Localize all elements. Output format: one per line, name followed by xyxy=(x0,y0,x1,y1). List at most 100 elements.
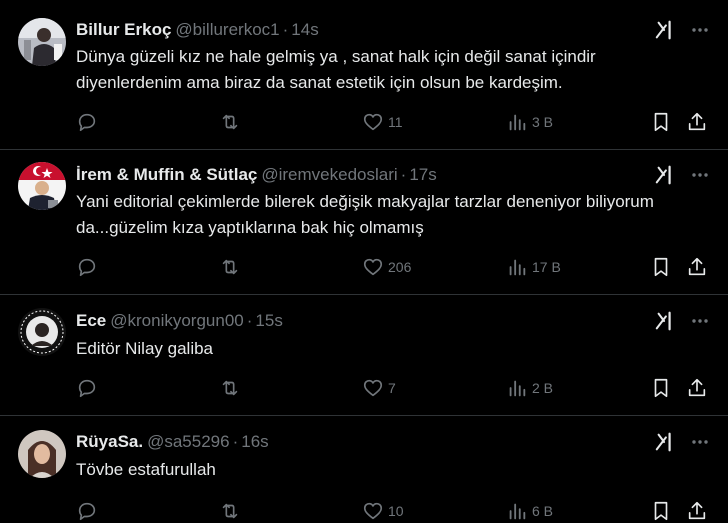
tweet-text: Editör Nilay galiba xyxy=(76,339,214,358)
tweet-actions: 7 2 B xyxy=(76,376,710,400)
more-icon[interactable] xyxy=(690,20,710,40)
more-icon[interactable] xyxy=(690,311,710,331)
like-button[interactable]: 10 xyxy=(362,499,404,523)
share-button[interactable] xyxy=(686,110,708,134)
grok-icon[interactable] xyxy=(654,431,676,453)
author-handle[interactable]: @iremvekedoslari xyxy=(261,165,397,184)
bookmark-button[interactable] xyxy=(650,110,672,134)
like-count: 206 xyxy=(388,259,412,275)
retweet-button[interactable] xyxy=(218,110,246,134)
tweet[interactable]: Ece @kronikyorgun00 · 15s Editör Nilay gali… xyxy=(0,295,728,416)
tweet-header: RüyaSa. @sa55296 · 16s xyxy=(76,431,269,453)
retweet-button[interactable] xyxy=(218,499,246,523)
like-icon xyxy=(363,258,383,276)
view-count: 17 B xyxy=(532,259,561,275)
tweet-text: Yani editorial çekimlerde bilerek değişi… xyxy=(76,192,654,237)
more-icon[interactable] xyxy=(690,165,710,185)
separator-dot: · xyxy=(400,165,407,184)
bookmark-icon xyxy=(654,501,668,521)
retweet-icon xyxy=(222,259,238,275)
author-name[interactable]: Ece xyxy=(76,311,106,330)
separator-dot: · xyxy=(282,20,289,39)
bookmark-icon xyxy=(654,112,668,132)
reply-icon xyxy=(78,502,96,521)
bookmark-button[interactable] xyxy=(650,499,672,523)
reply-icon xyxy=(78,379,96,398)
like-count: 10 xyxy=(388,503,404,519)
view-count: 6 B xyxy=(532,503,554,519)
like-button[interactable]: 7 xyxy=(362,376,396,400)
like-count: 7 xyxy=(388,380,396,396)
views-button[interactable]: 2 B xyxy=(506,376,553,400)
timeline: Billur Erkoç @billurerkoc1 · 14s Dünya güze… xyxy=(0,0,728,522)
separator-dot: · xyxy=(246,311,253,330)
bookmark-icon xyxy=(654,257,668,277)
tweet-time[interactable]: 14s xyxy=(291,20,318,39)
author-name[interactable]: Billur Erkoç xyxy=(76,20,171,39)
retweet-button[interactable] xyxy=(218,255,246,279)
like-icon xyxy=(363,113,383,131)
reply-button[interactable] xyxy=(76,110,102,134)
views-button[interactable]: 17 B xyxy=(506,255,561,279)
retweet-icon xyxy=(222,114,238,130)
reply-icon xyxy=(78,258,96,277)
reply-icon xyxy=(78,113,96,132)
author-handle[interactable]: @billurerkoc1 xyxy=(175,20,279,39)
share-icon xyxy=(688,501,706,520)
tweet-actions: 206 17 B xyxy=(76,255,710,279)
views-icon xyxy=(509,503,526,520)
separator-dot: · xyxy=(232,432,239,451)
views-button[interactable]: 6 B xyxy=(506,499,553,523)
share-icon xyxy=(688,257,706,276)
views-button[interactable]: 3 B xyxy=(506,110,553,134)
view-count: 2 B xyxy=(532,380,554,396)
bookmark-button[interactable] xyxy=(650,376,672,400)
avatar[interactable] xyxy=(18,430,66,478)
share-button[interactable] xyxy=(686,499,708,523)
like-icon xyxy=(363,502,383,520)
retweet-button[interactable] xyxy=(218,376,246,400)
tweet-time[interactable]: 15s xyxy=(255,311,282,330)
like-icon xyxy=(363,379,383,397)
author-name[interactable]: RüyaSa. xyxy=(76,432,143,451)
avatar[interactable] xyxy=(18,162,66,210)
grok-icon[interactable] xyxy=(654,164,676,186)
tweet[interactable]: İrem & Muffin & Sütlaç @iremvekedoslari · 1… xyxy=(0,150,728,295)
tweet[interactable]: Billur Erkoç @billurerkoc1 · 14s Dünya güze… xyxy=(0,0,728,150)
avatar[interactable] xyxy=(18,308,66,356)
avatar[interactable] xyxy=(18,18,66,66)
views-icon xyxy=(509,114,526,131)
share-button[interactable] xyxy=(686,255,708,279)
like-button[interactable]: 206 xyxy=(362,255,411,279)
tweet-time[interactable]: 16s xyxy=(241,432,268,451)
tweet-top-actions xyxy=(654,430,710,454)
author-handle[interactable]: @kronikyorgun00 xyxy=(110,311,244,330)
bookmark-icon xyxy=(654,378,668,398)
grok-icon[interactable] xyxy=(654,19,676,41)
tweet-top-actions xyxy=(654,309,710,333)
tweet-top-actions xyxy=(654,163,710,187)
views-icon xyxy=(509,259,526,276)
author-handle[interactable]: @sa55296 xyxy=(147,432,230,451)
tweet-actions: 10 6 B xyxy=(76,499,710,523)
tweet-text: Tövbe estafurullah xyxy=(76,460,216,479)
like-count: 11 xyxy=(388,114,403,130)
reply-button[interactable] xyxy=(76,255,102,279)
tweet-actions: 11 3 B xyxy=(76,110,710,134)
tweet-time[interactable]: 17s xyxy=(409,165,436,184)
more-icon[interactable] xyxy=(690,432,710,452)
views-icon xyxy=(509,380,526,397)
view-count: 3 B xyxy=(532,114,554,130)
tweet-header: Billur Erkoç @billurerkoc1 · 14s xyxy=(76,19,319,41)
tweet[interactable]: RüyaSa. @sa55296 · 16s Tövbe estafurullah 1… xyxy=(0,416,728,522)
grok-icon[interactable] xyxy=(654,310,676,332)
retweet-icon xyxy=(222,380,238,396)
author-name[interactable]: İrem & Muffin & Sütlaç xyxy=(76,165,257,184)
reply-button[interactable] xyxy=(76,376,102,400)
tweet-header: İrem & Muffin & Sütlaç @iremvekedoslari · 1… xyxy=(76,164,437,186)
like-button[interactable]: 11 xyxy=(362,110,403,134)
bookmark-button[interactable] xyxy=(650,255,672,279)
share-button[interactable] xyxy=(686,376,708,400)
reply-button[interactable] xyxy=(76,499,102,523)
tweet-header: Ece @kronikyorgun00 · 15s xyxy=(76,310,283,332)
